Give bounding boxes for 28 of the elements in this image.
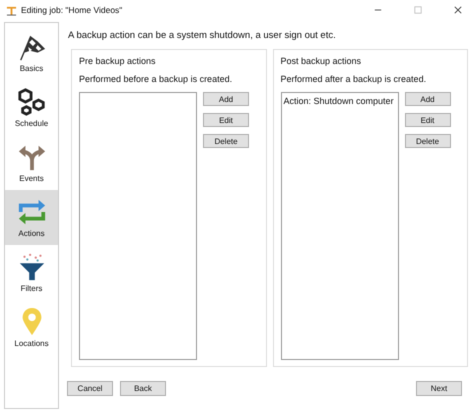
panel-subtitle: Performed before a backup is created. [79, 74, 234, 84]
panel-button[interactable]: Delete [404, 134, 450, 148]
panel-button[interactable]: Edit [203, 113, 249, 127]
action-list[interactable]: Action: Shutdown computer [280, 92, 398, 360]
sidebar-item[interactable]: Filters [5, 245, 58, 300]
intro-text: A backup action can be a system shutdown, a user sign out etc. [68, 30, 337, 41]
panel-title: Pre backup actions [79, 56, 157, 66]
sidebar-item[interactable]: Events [5, 135, 58, 190]
app-icon [6, 4, 17, 16]
list-item[interactable]: Action: Shutdown computer [284, 95, 396, 107]
panel-button[interactable]: Add [404, 92, 450, 106]
footer-button[interactable]: Back [120, 381, 166, 396]
sidebar-item[interactable]: Schedule [5, 80, 58, 135]
action-list[interactable] [79, 92, 197, 360]
sidebar-item[interactable]: Actions [5, 190, 58, 245]
sidebar-item[interactable]: Basics [5, 25, 58, 80]
panel-title: Post backup actions [280, 56, 362, 66]
footer-button[interactable]: Cancel [67, 381, 113, 396]
sidebar-item[interactable]: Locations [5, 300, 58, 355]
footer-button[interactable]: Next [416, 381, 462, 396]
close-icon[interactable] [454, 6, 462, 14]
cycle-arrows-icon [16, 197, 46, 227]
panel-subtitle: Performed after a backup is created. [280, 74, 428, 84]
hex-nuts-icon [16, 87, 46, 117]
panel-button[interactable]: Edit [404, 113, 450, 127]
panel-button[interactable]: Add [203, 92, 249, 106]
panel-button[interactable]: Delete [203, 134, 249, 148]
window-title: Editing job: "Home Videos" [21, 5, 122, 15]
